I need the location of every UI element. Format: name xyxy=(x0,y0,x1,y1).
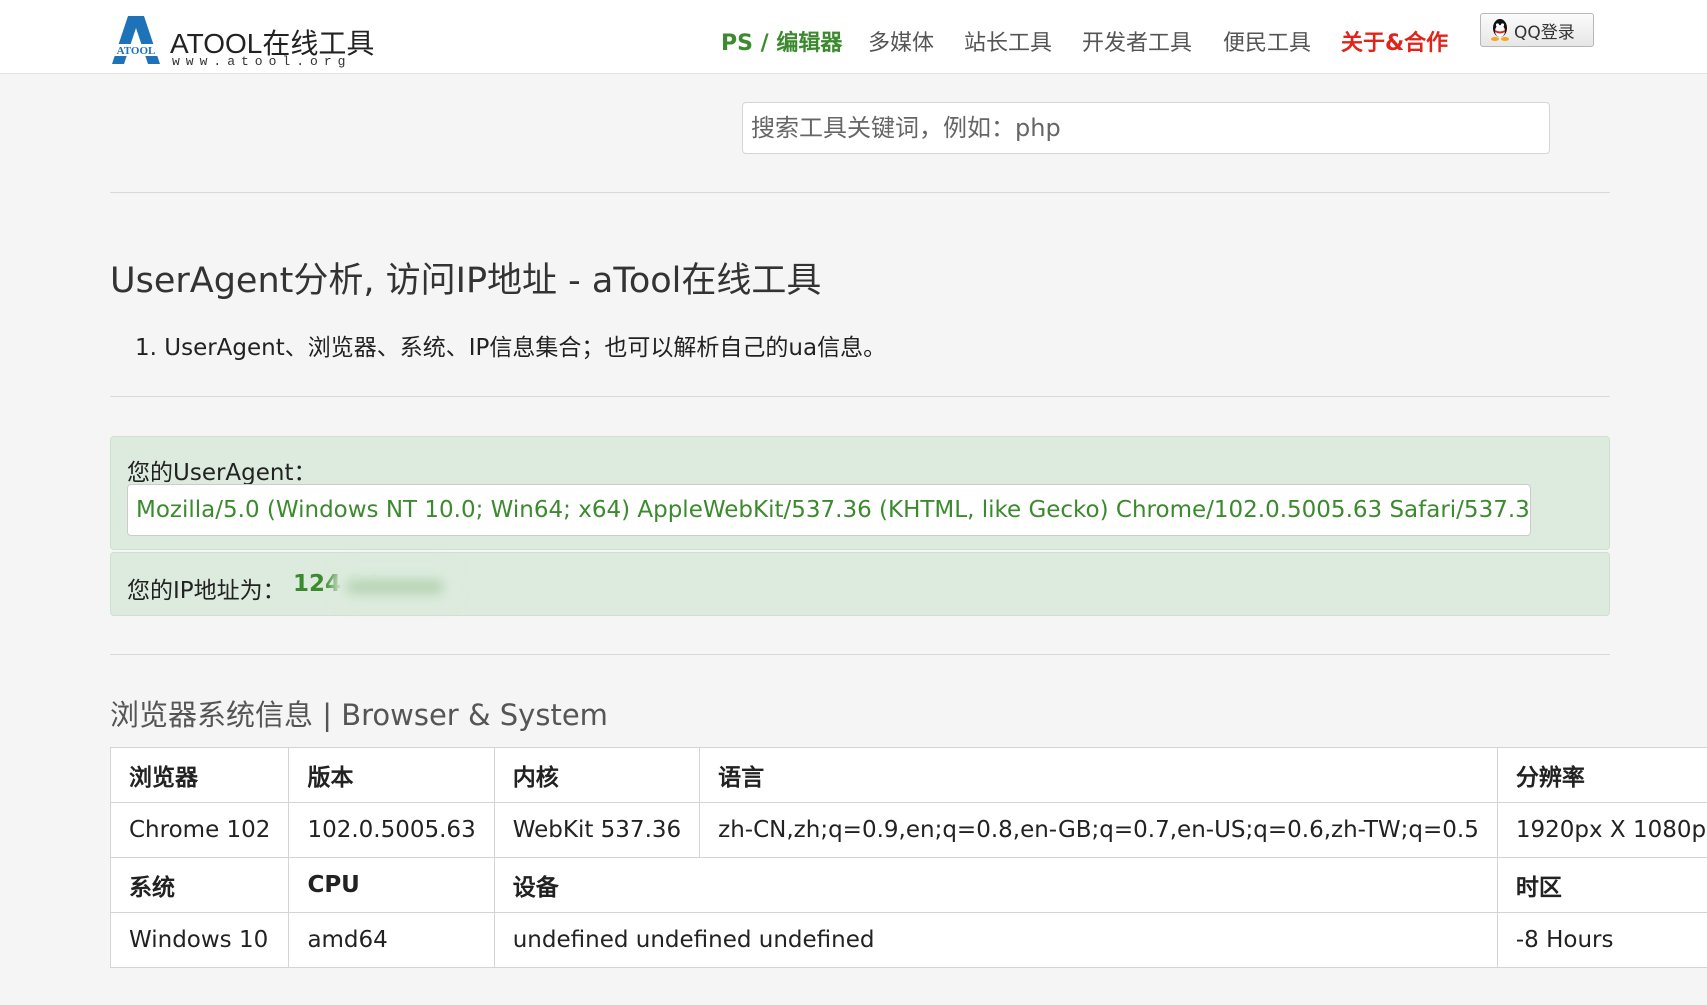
search-input[interactable] xyxy=(742,102,1550,154)
nav-developer-tools[interactable]: 开发者工具 xyxy=(1082,24,1192,64)
divider xyxy=(110,396,1610,397)
value-os: Windows 10 xyxy=(109,912,290,968)
header-os: 系统 xyxy=(109,857,290,913)
page-title: UserAgent分析, 访问IP地址 - aTool在线工具 xyxy=(110,261,822,301)
qq-penguin-icon xyxy=(1491,19,1509,41)
nav-convenience-tools[interactable]: 便民工具 xyxy=(1223,24,1311,64)
useragent-panel: 您的UserAgent： xyxy=(110,436,1610,550)
useragent-input[interactable] xyxy=(127,484,1531,536)
value-timezone: -8 Hours xyxy=(1496,912,1707,968)
header-device: 设备 xyxy=(493,857,1498,913)
system-info-table: 浏览器 版本 内核 语言 分辨率 Chrome 102 102.0.5005.6… xyxy=(109,747,1707,968)
qq-login-label: QQ登录 xyxy=(1514,22,1575,43)
qq-login-button[interactable]: QQ登录 xyxy=(1480,13,1594,47)
header-version: 版本 xyxy=(288,747,495,803)
value-device: undefined undefined undefined xyxy=(493,912,1498,968)
table-row: 浏览器 版本 内核 语言 分辨率 xyxy=(109,747,1707,803)
value-language: zh-CN,zh;q=0.9,en;q=0.8,en-GB;q=0.7,en-U… xyxy=(699,802,1498,858)
table-row: Chrome 102 102.0.5005.63 WebKit 537.36 z… xyxy=(109,802,1707,858)
value-version: 102.0.5005.63 xyxy=(288,802,495,858)
value-browser: Chrome 102 xyxy=(109,802,290,858)
nav-multimedia[interactable]: 多媒体 xyxy=(868,24,934,64)
header-cpu: CPU xyxy=(288,857,495,913)
table-row: Windows 10 amd64 undefined undefined und… xyxy=(109,912,1707,968)
useragent-label: 您的UserAgent： xyxy=(127,460,317,486)
header-engine: 内核 xyxy=(493,747,701,803)
nav-ps-editor[interactable]: PS / 编辑器 xyxy=(721,24,842,64)
divider xyxy=(110,654,1610,655)
system-info-title: 浏览器系统信息 | Browser & System xyxy=(110,698,608,732)
header-resolution: 分辨率 xyxy=(1496,747,1707,803)
ip-redaction-blur xyxy=(333,563,459,607)
main-nav: PS / 编辑器 多媒体 站长工具 开发者工具 便民工具 关于&合作 xyxy=(0,24,1707,64)
ip-panel: 您的IP地址为： 124 34 xyxy=(110,552,1610,616)
nav-about-cooperation[interactable]: 关于&合作 xyxy=(1341,24,1448,64)
header-timezone: 时区 xyxy=(1496,857,1707,913)
table-row: 系统 CPU 设备 时区 xyxy=(109,857,1707,913)
value-cpu: amd64 xyxy=(288,912,495,968)
divider xyxy=(110,192,1610,193)
header-browser: 浏览器 xyxy=(109,747,290,803)
page-description: 1. UserAgent、浏览器、系统、IP信息集合；也可以解析自己的ua信息。 xyxy=(135,335,887,361)
value-resolution: 1920px X 1080px xyxy=(1496,802,1707,858)
nav-webmaster-tools[interactable]: 站长工具 xyxy=(964,24,1052,64)
header-language: 语言 xyxy=(699,747,1498,803)
value-engine: WebKit 537.36 xyxy=(493,802,701,858)
top-header: ATOOL ATOOL在线工具 www.atool.org PS / 编辑器 多… xyxy=(0,0,1707,74)
ip-label: 您的IP地址为： xyxy=(127,578,286,604)
